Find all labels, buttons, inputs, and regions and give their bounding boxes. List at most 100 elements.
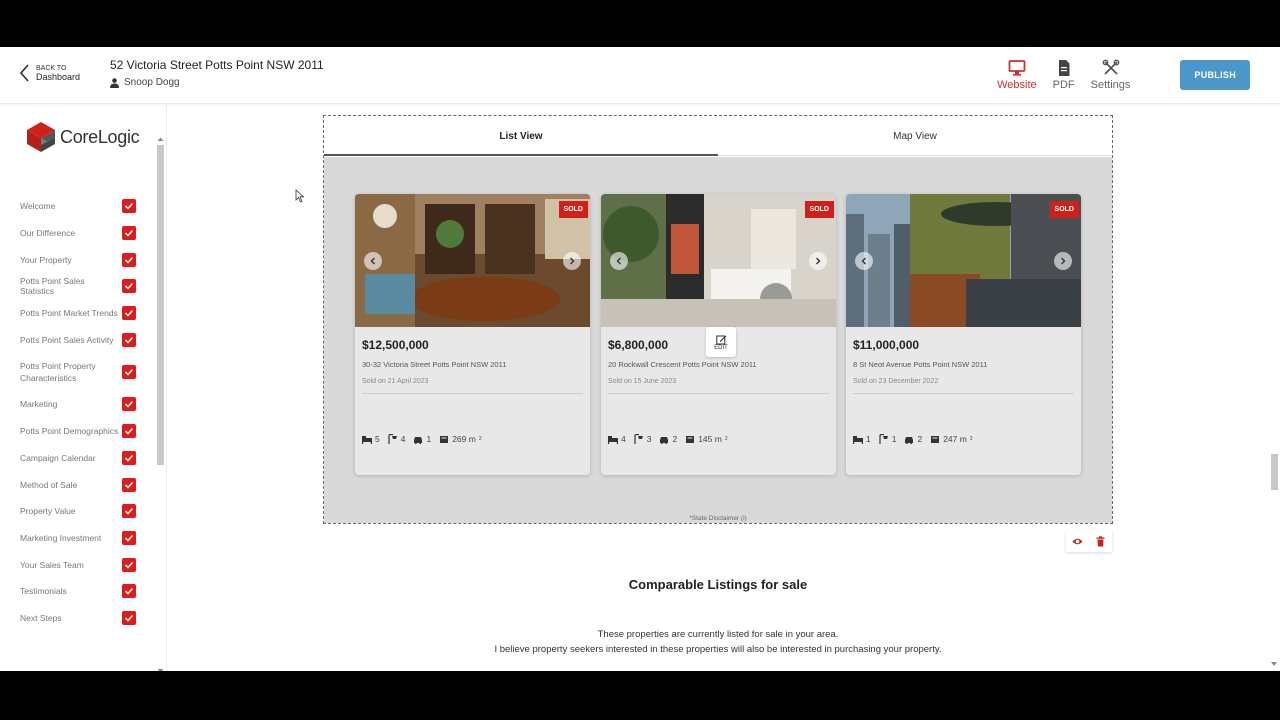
checkbox-checked[interactable] [122, 557, 136, 572]
recent-sales-section[interactable]: List View Map View SOLD $12,500,000 30-3… [323, 115, 1113, 524]
website-button[interactable]: Website [997, 59, 1037, 91]
tab-list-view[interactable]: List View [324, 116, 718, 156]
settings-button[interactable]: Settings [1091, 59, 1130, 91]
comparable-listings-intro: These properties are currently listed fo… [168, 627, 1268, 657]
chevron-right-icon [570, 257, 575, 265]
sold-date: Sold on 21 April 2023 [362, 378, 429, 385]
beds-count: 1 [866, 434, 871, 444]
checkbox-checked[interactable] [122, 584, 136, 599]
sidebar-item-marketing-investment[interactable]: Marketing Investment [0, 525, 150, 552]
pdf-button[interactable]: PDF [1053, 59, 1075, 91]
sidebar-item-our-difference[interactable]: Our Difference [0, 220, 150, 247]
tab-map-view[interactable]: Map View [718, 116, 1112, 156]
sidebar-item-sales-activity[interactable]: Potts Point Sales Activity [0, 326, 150, 353]
checkbox-checked[interactable] [122, 450, 136, 465]
sold-listing-card[interactable]: SOLD $12,500,000 30-32 Victoria Street P… [355, 194, 590, 475]
check-icon [124, 454, 134, 462]
sidebar-scrollbar[interactable] [156, 135, 165, 671]
bed-icon [362, 436, 372, 444]
checkbox-checked[interactable] [122, 279, 136, 294]
sidebar-item-label: Potts Point Market Trends [20, 308, 118, 319]
sold-badge: SOLD [804, 201, 834, 218]
scroll-down-icon [157, 669, 164, 671]
back-label: Dashboard [36, 72, 81, 82]
checkbox-checked[interactable] [122, 365, 136, 380]
sidebar-scroll-thumb[interactable] [157, 145, 164, 465]
baths-count: 3 [646, 434, 652, 444]
sidebar-item-next-steps[interactable]: Next Steps [0, 605, 150, 632]
checkbox-checked[interactable] [122, 610, 136, 625]
sold-listing-card[interactable]: SOLD $11,000,000 8 St Neot Avenue Potts … [846, 194, 1081, 475]
checkbox-checked[interactable] [122, 226, 136, 241]
sidebar-item-property-value[interactable]: Property Value [0, 498, 150, 525]
baths-count: 4 [400, 434, 406, 444]
listing-overlay: SOLD $12,500,000 30-32 Victoria Street P… [324, 157, 1112, 523]
checkbox-checked[interactable] [122, 306, 136, 321]
check-icon [124, 401, 134, 409]
sidebar-item-campaign-calendar[interactable]: Campaign Calendar [0, 445, 150, 472]
check-icon [124, 534, 134, 542]
check-icon [124, 310, 134, 317]
bedrooms: 1 [853, 434, 871, 444]
sold-badge: SOLD [1049, 201, 1079, 218]
divider [362, 393, 583, 394]
check-icon [124, 561, 134, 569]
tools-icon [1102, 59, 1119, 75]
eye-icon[interactable] [1072, 536, 1083, 547]
sidebar-item-marketing[interactable]: Marketing [0, 391, 150, 418]
listing-photo [355, 194, 590, 327]
checkbox-checked[interactable] [122, 199, 136, 214]
check-icon [124, 336, 134, 344]
sidebar-item-market-trends[interactable]: Potts Point Market Trends [0, 300, 150, 327]
shower-icon [388, 434, 397, 444]
sidebar-item-method-of-sale[interactable]: Method of Sale [0, 471, 150, 498]
area-icon [931, 436, 940, 443]
photo-prev-button[interactable] [610, 252, 628, 270]
sidebar-item-sales-team[interactable]: Your Sales Team [0, 551, 150, 578]
checkbox-checked[interactable] [122, 332, 136, 347]
photo-next-button[interactable] [563, 252, 581, 270]
trash-icon[interactable] [1095, 535, 1106, 547]
monitor-icon [1008, 60, 1026, 76]
listing-features: 4 3 2 145 m2 [608, 434, 728, 444]
divider [608, 393, 829, 394]
checkbox-checked[interactable] [122, 530, 136, 545]
photo-next-button[interactable] [1054, 252, 1072, 270]
sidebar-item-sales-statistics[interactable]: Potts Point Sales Statistics [0, 273, 150, 300]
page-scroll-thumb[interactable] [1271, 454, 1278, 490]
car-icon [660, 437, 669, 444]
edit-icon [715, 335, 726, 344]
back-to-dashboard-button[interactable]: BACK TO Dashboard [18, 63, 80, 83]
publish-button[interactable]: PUBLISH [1180, 60, 1250, 90]
sidebar-item-property-characteristics[interactable]: Potts Point Property Characteristics [0, 353, 150, 391]
state-disclaimer[interactable]: *State Disclaimer (i) [324, 515, 1112, 522]
shower-icon [634, 434, 643, 444]
sidebar-item-testimonials[interactable]: Testimonials [0, 578, 150, 605]
checkbox-checked[interactable] [122, 424, 136, 439]
cars-count: 2 [917, 434, 923, 444]
checkbox-checked[interactable] [122, 252, 136, 267]
sold-date: Sold on 15 June 2023 [608, 378, 677, 385]
sidebar-item-demographics[interactable]: Potts Point Demographics [0, 418, 150, 445]
sidebar-item-welcome[interactable]: Welcome [0, 193, 150, 220]
car-spaces: 2 [659, 434, 677, 444]
cars-count: 1 [426, 434, 432, 444]
photo-prev-button[interactable] [855, 252, 873, 270]
sidebar-item-your-property[interactable]: Your Property [0, 246, 150, 273]
checkbox-checked[interactable] [122, 477, 136, 492]
area-icon [440, 436, 449, 443]
page-scrollbar[interactable] [1268, 47, 1280, 671]
checkbox-checked[interactable] [122, 397, 136, 412]
agent-name: Snoop Dogg [110, 77, 324, 88]
photo-next-button[interactable] [809, 252, 827, 270]
back-small-label: BACK TO [36, 65, 67, 72]
listing-price: $11,000,000 [853, 338, 920, 352]
listing-features: 1 1 2 247 m2 [853, 434, 973, 444]
check-icon [124, 508, 134, 515]
checkbox-checked[interactable] [122, 504, 136, 519]
check-icon [124, 229, 134, 237]
corelogic-logo: CoreLogic [26, 121, 140, 153]
edit-section-button[interactable]: EDIT [706, 327, 736, 357]
chevron-left-icon [861, 257, 866, 265]
photo-prev-button[interactable] [364, 252, 382, 270]
